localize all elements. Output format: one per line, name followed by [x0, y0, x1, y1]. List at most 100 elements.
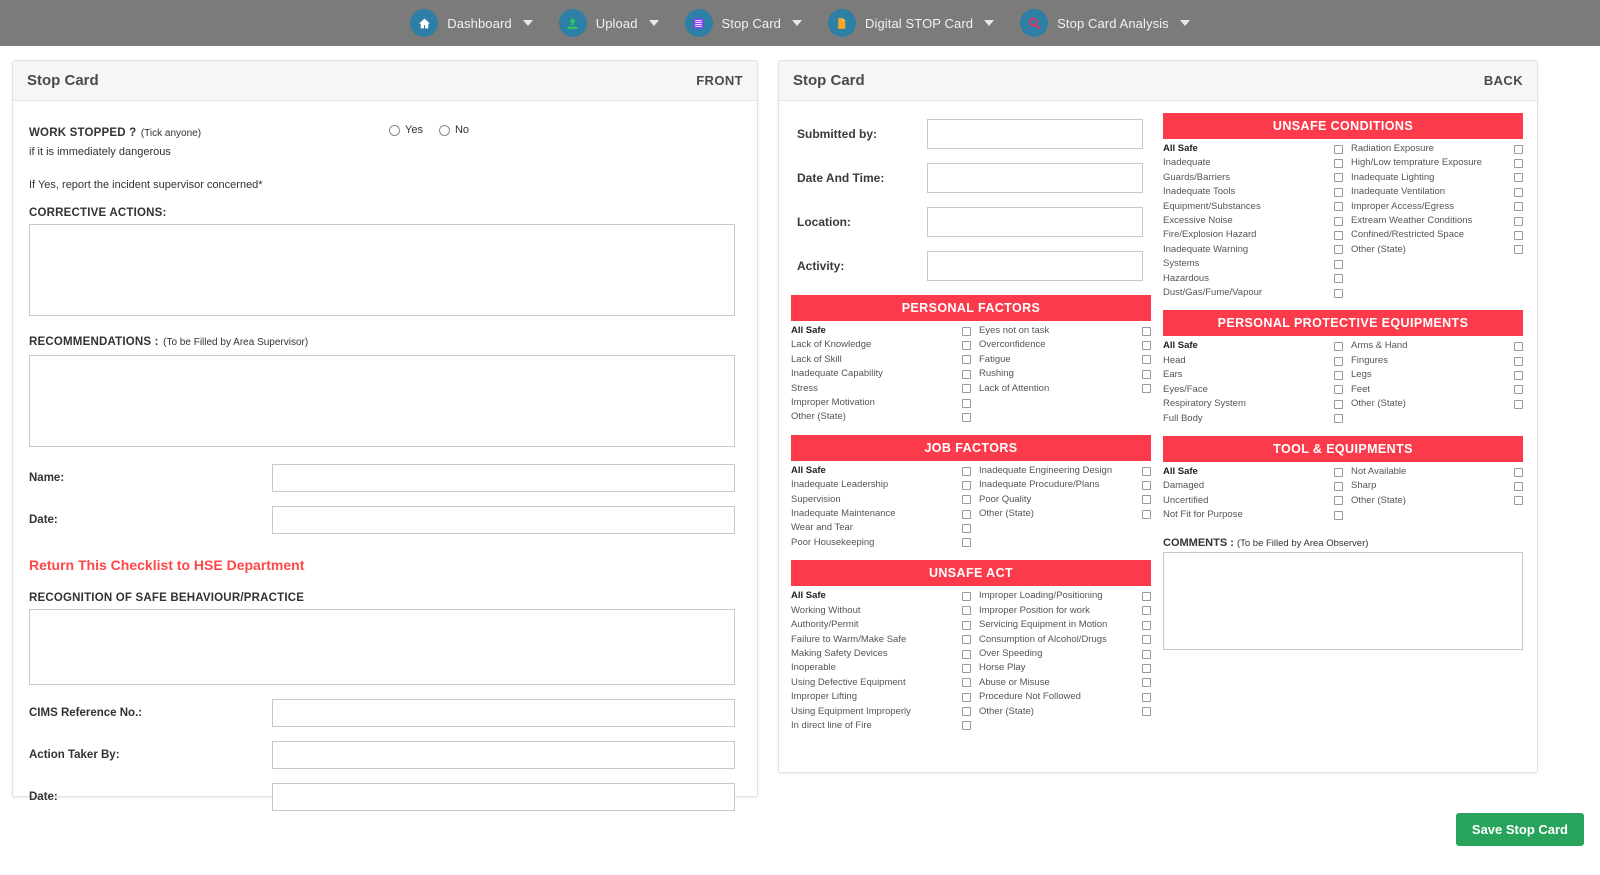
checklist-checkbox[interactable] [1334, 467, 1343, 477]
radio-yes-circle[interactable] [389, 124, 400, 136]
checklist-checkbox[interactable] [1142, 384, 1151, 394]
checklist-checkbox[interactable] [1334, 288, 1343, 298]
chevron-down-icon[interactable] [522, 20, 533, 26]
checklist-checkbox[interactable] [962, 355, 971, 365]
checklist-checkbox[interactable] [1334, 231, 1343, 241]
recommendations-textarea[interactable] [29, 355, 735, 447]
chevron-down-icon[interactable] [1179, 20, 1190, 26]
name-input[interactable] [272, 464, 735, 492]
checklist-checkbox[interactable] [1334, 187, 1343, 197]
checklist-checkbox[interactable] [1142, 635, 1151, 645]
checklist-checkbox[interactable] [1334, 510, 1343, 520]
checklist-checkbox[interactable] [962, 606, 971, 616]
checklist-checkbox[interactable] [1334, 356, 1343, 366]
checklist-checkbox[interactable] [1514, 159, 1523, 169]
checklist-checkbox[interactable] [962, 509, 971, 519]
checklist-checkbox[interactable] [1514, 173, 1523, 183]
checklist-checkbox[interactable] [1142, 326, 1151, 336]
checklist-checkbox[interactable] [1334, 202, 1343, 212]
checklist-checkbox[interactable] [1142, 692, 1151, 702]
meta-input[interactable] [927, 163, 1143, 193]
checklist-checkbox[interactable] [962, 326, 971, 336]
checklist-checkbox[interactable] [962, 369, 971, 379]
checklist-checkbox[interactable] [1142, 678, 1151, 688]
checklist-checkbox[interactable] [962, 620, 971, 630]
checklist-checkbox[interactable] [1142, 480, 1151, 490]
checklist-checkbox[interactable] [1334, 342, 1343, 352]
save-stop-card-button[interactable]: Save Stop Card [1455, 813, 1584, 846]
corrective-actions-textarea[interactable] [29, 224, 735, 316]
chevron-down-icon[interactable] [791, 20, 802, 26]
recognition-textarea[interactable] [29, 609, 735, 685]
checklist-checkbox[interactable] [962, 692, 971, 702]
checklist-checkbox[interactable] [1142, 341, 1151, 351]
checklist-checkbox[interactable] [1514, 399, 1523, 409]
checklist-checkbox[interactable] [1142, 369, 1151, 379]
nav-item-upload[interactable]: Upload [558, 9, 659, 37]
checklist-checkbox[interactable] [962, 649, 971, 659]
checklist-checkbox[interactable] [1514, 231, 1523, 241]
radio-yes[interactable]: Yes [389, 124, 423, 136]
checklist-checkbox[interactable] [1142, 355, 1151, 365]
checklist-checkbox[interactable] [1142, 663, 1151, 673]
checklist-checkbox[interactable] [1334, 159, 1343, 169]
radio-no[interactable]: No [438, 124, 469, 136]
checklist-checkbox[interactable] [1142, 606, 1151, 616]
checklist-checkbox[interactable] [1514, 481, 1523, 491]
checklist-checkbox[interactable] [962, 413, 971, 423]
checklist-checkbox[interactable] [1334, 370, 1343, 380]
cims-input[interactable] [272, 699, 735, 727]
checklist-checkbox[interactable] [1514, 467, 1523, 477]
checklist-checkbox[interactable] [962, 663, 971, 673]
checklist-checkbox[interactable] [962, 480, 971, 490]
checklist-checkbox[interactable] [962, 591, 971, 601]
checklist-checkbox[interactable] [1514, 370, 1523, 380]
radio-no-circle[interactable] [438, 124, 450, 136]
checklist-checkbox[interactable] [962, 538, 971, 548]
checklist-checkbox[interactable] [1334, 385, 1343, 395]
checklist-checkbox[interactable] [1334, 144, 1343, 154]
checklist-checkbox[interactable] [1142, 466, 1151, 476]
nav-item-stop-card[interactable]: Stop Card [684, 9, 802, 37]
checklist-checkbox[interactable] [1142, 620, 1151, 630]
date-input[interactable] [272, 506, 735, 534]
checklist-checkbox[interactable] [1142, 509, 1151, 519]
comments-textarea[interactable] [1163, 551, 1523, 650]
checklist-checkbox[interactable] [1514, 144, 1523, 154]
checklist-checkbox[interactable] [1334, 481, 1343, 491]
checklist-checkbox[interactable] [1514, 356, 1523, 366]
action-taker-input[interactable] [272, 741, 735, 769]
meta-input[interactable] [927, 207, 1143, 237]
chevron-down-icon[interactable] [984, 20, 995, 26]
checklist-checkbox[interactable] [1334, 259, 1343, 269]
checklist-checkbox[interactable] [1514, 342, 1523, 352]
checklist-checkbox[interactable] [1334, 245, 1343, 255]
checklist-checkbox[interactable] [962, 384, 971, 394]
checklist-checkbox[interactable] [1142, 649, 1151, 659]
checklist-checkbox[interactable] [962, 495, 971, 505]
date2-input[interactable] [272, 783, 735, 811]
checklist-checkbox[interactable] [1334, 216, 1343, 226]
nav-item-digital-stop-card[interactable]: Digital STOP Card [827, 9, 995, 37]
checklist-checkbox[interactable] [962, 707, 971, 717]
checklist-checkbox[interactable] [1142, 495, 1151, 505]
checklist-checkbox[interactable] [962, 466, 971, 476]
checklist-checkbox[interactable] [1514, 245, 1523, 255]
chevron-down-icon[interactable] [648, 20, 659, 26]
checklist-checkbox[interactable] [962, 398, 971, 408]
checklist-checkbox[interactable] [1142, 591, 1151, 601]
meta-input[interactable] [927, 119, 1143, 149]
nav-item-stop-card-analysis[interactable]: Stop Card Analysis [1020, 9, 1190, 37]
checklist-checkbox[interactable] [1334, 173, 1343, 183]
checklist-checkbox[interactable] [1334, 274, 1343, 284]
checklist-checkbox[interactable] [962, 678, 971, 688]
checklist-checkbox[interactable] [1334, 414, 1343, 424]
checklist-checkbox[interactable] [962, 341, 971, 351]
meta-input[interactable] [927, 251, 1143, 281]
checklist-checkbox[interactable] [1334, 496, 1343, 506]
checklist-checkbox[interactable] [1514, 385, 1523, 395]
checklist-checkbox[interactable] [962, 524, 971, 534]
checklist-checkbox[interactable] [962, 635, 971, 645]
checklist-checkbox[interactable] [1142, 707, 1151, 717]
checklist-checkbox[interactable] [1514, 496, 1523, 506]
